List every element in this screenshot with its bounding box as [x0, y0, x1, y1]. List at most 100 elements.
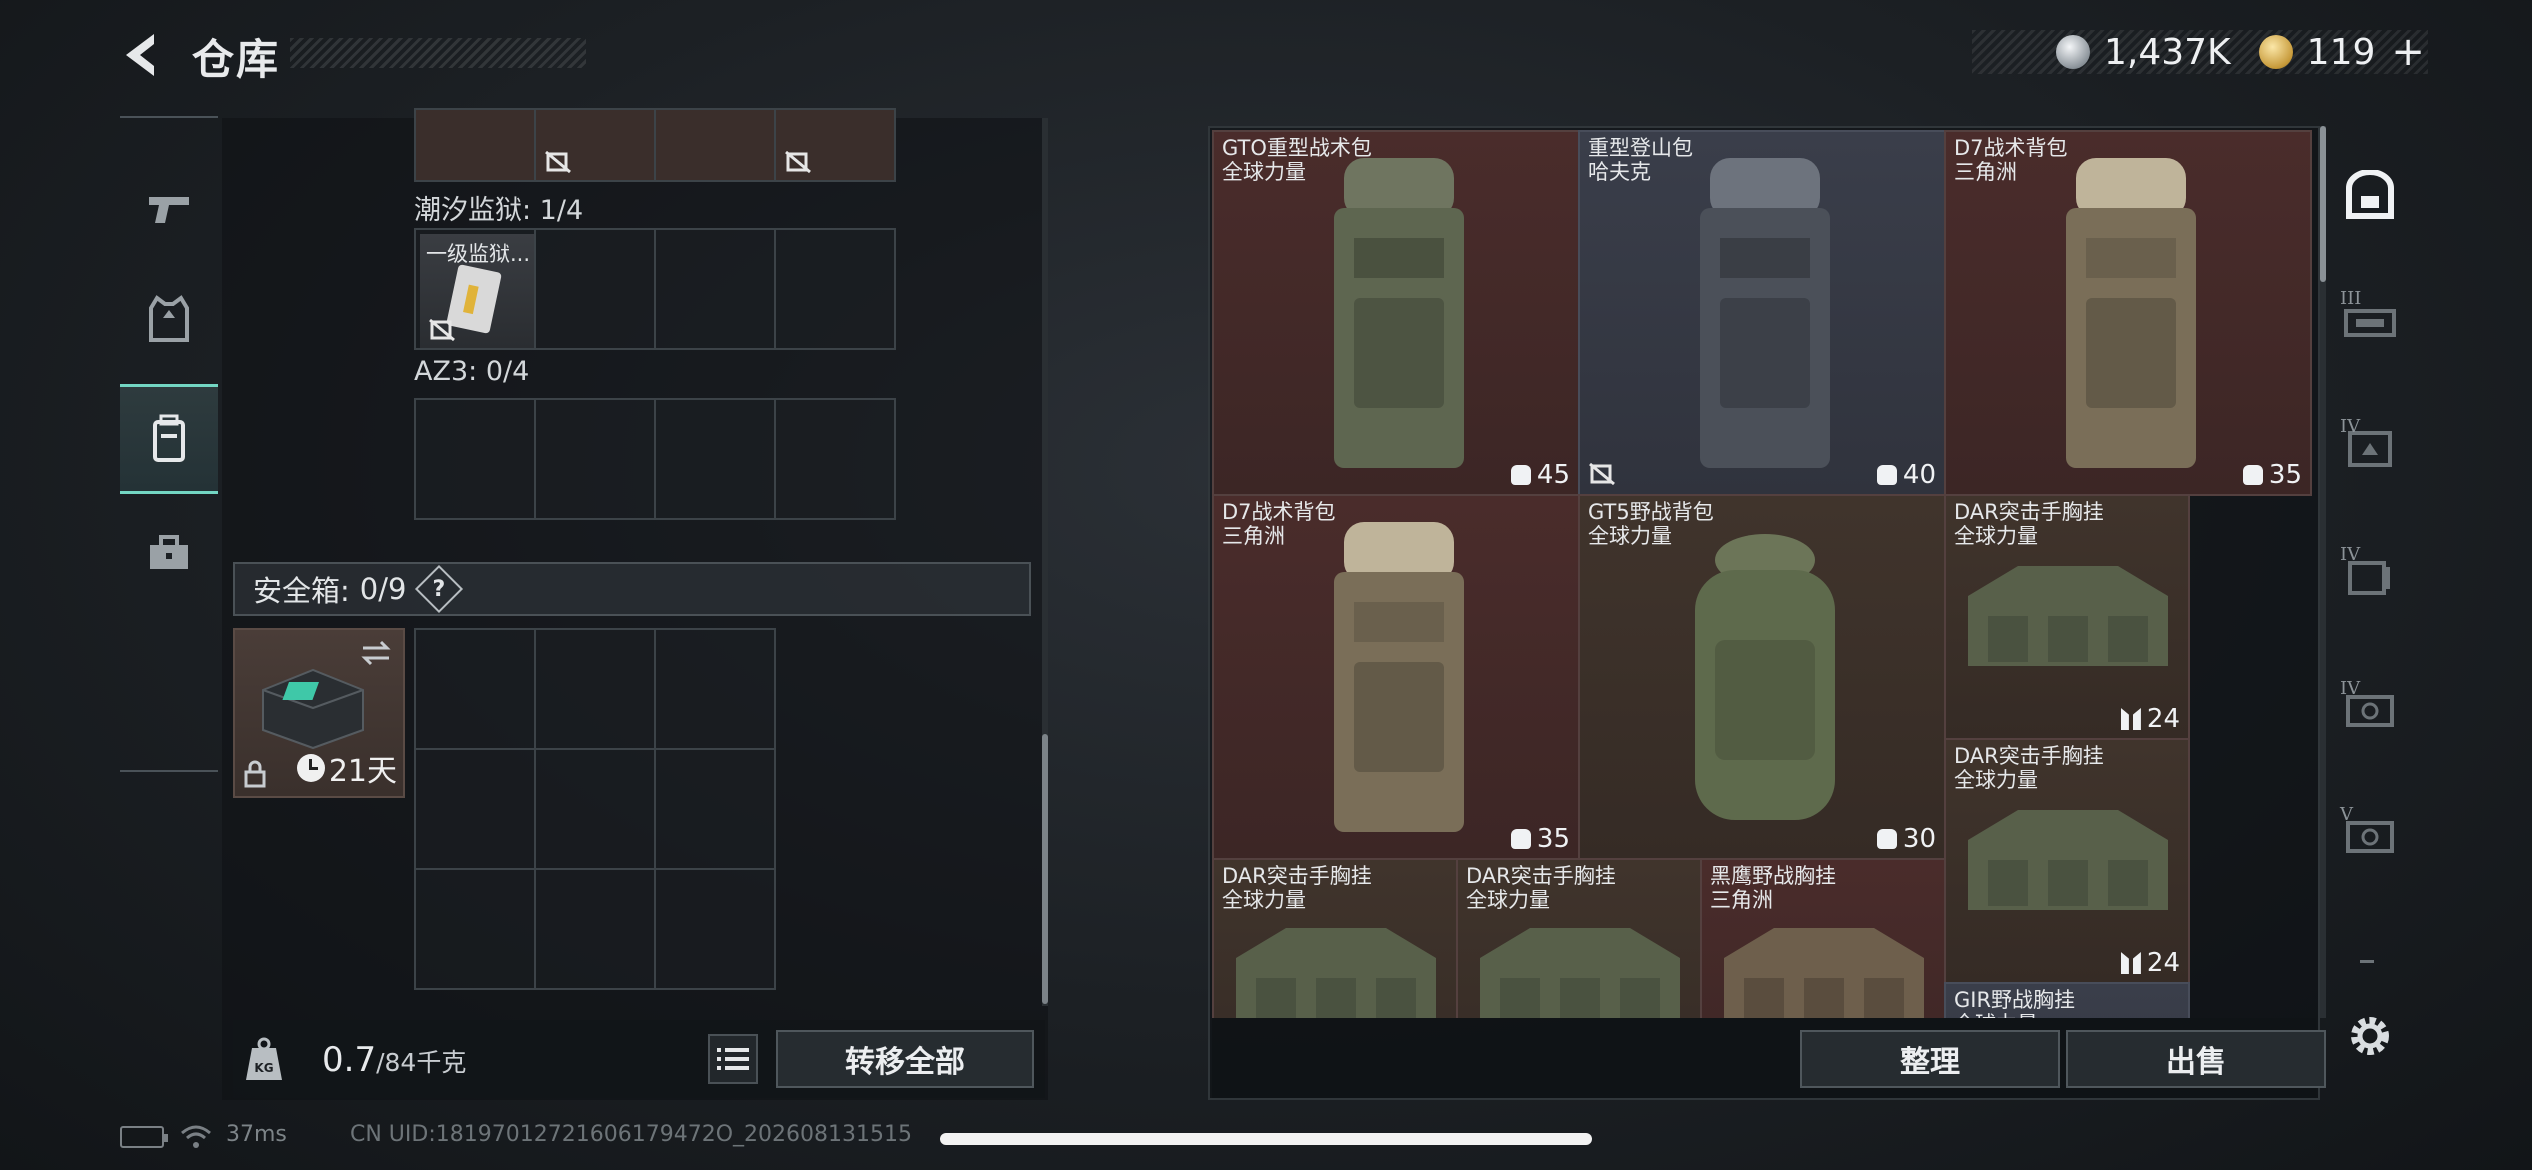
inventory-item[interactable]: 黑鹰野战胸挂 三角洲: [1700, 858, 1946, 1018]
no-trade-icon: [545, 150, 571, 174]
lock-icon: [244, 760, 266, 788]
item-name: D7战术背包 三角洲: [1222, 500, 1336, 548]
inventory-scrollbar-thumb[interactable]: [2320, 126, 2326, 282]
clock-icon: [296, 754, 325, 782]
safe-box-card[interactable]: 21天: [233, 628, 405, 798]
inventory-item[interactable]: GT5野战背包 全球力量 30: [1578, 494, 1946, 860]
grid-cell[interactable]: [534, 868, 656, 990]
rail-backpack-button[interactable]: [120, 384, 218, 494]
rail-toolbox-button[interactable]: [120, 498, 218, 608]
grid-cell[interactable]: [534, 228, 656, 350]
inventory-item[interactable]: D7战术背包 三角洲 35: [1944, 130, 2312, 496]
network-ping: 37ms: [226, 1122, 287, 1147]
capacity-icon: [2242, 465, 2263, 485]
inventory-item[interactable]: GIR野战胸挂 全球力量: [1944, 982, 2190, 1018]
grid-cell[interactable]: [774, 398, 896, 520]
chest-rig-icon: [1480, 928, 1680, 1018]
wifi-icon: [181, 1125, 211, 1148]
rail-equipment-button[interactable]: [120, 264, 218, 374]
inventory-item[interactable]: GTO重型战术包 全球力量 45: [1212, 130, 1580, 496]
back-arrow-icon[interactable]: [118, 30, 164, 80]
item-name: DAR突击手胸挂 全球力量: [1466, 864, 1616, 912]
filter-tier4-button[interactable]: IV: [2330, 412, 2410, 482]
filter-tier4-rig-button[interactable]: IV: [2330, 540, 2410, 610]
home-indicator[interactable]: [940, 1133, 1592, 1145]
grid-cell[interactable]: [654, 748, 776, 870]
grid-cell[interactable]: [774, 228, 896, 350]
grid-cell[interactable]: [654, 398, 776, 520]
keycard-item-name: 一级监狱...: [426, 242, 531, 266]
tier-label: V: [2340, 804, 2353, 825]
gold-currency-value: 119: [2306, 31, 2376, 73]
silver-currency-value: 1,437K: [2104, 31, 2231, 73]
grid-cell[interactable]: [654, 108, 776, 182]
silver-coin-icon: [2056, 35, 2090, 69]
no-trade-icon: [429, 318, 455, 342]
prison-keycard-item[interactable]: 一级监狱...: [420, 234, 534, 348]
grid-cell[interactable]: 一级监狱...: [414, 228, 536, 350]
inventory-item[interactable]: D7战术背包 三角洲 35: [1212, 494, 1580, 860]
filter-tier3-button[interactable]: III: [2330, 284, 2410, 354]
grid-cell[interactable]: [654, 628, 776, 750]
safe-box-grid: [414, 868, 776, 990]
organize-button[interactable]: 整理: [1800, 1030, 2060, 1088]
grid-cell[interactable]: [654, 228, 776, 350]
item-name: GTO重型战术包 全球力量: [1222, 136, 1372, 184]
item-name: 黑鹰野战胸挂 三角洲: [1710, 864, 1836, 912]
grid-cell[interactable]: [774, 108, 896, 182]
item-name: GT5野战背包 全球力量: [1588, 500, 1714, 548]
filter-tier5-button[interactable]: V: [2330, 800, 2410, 870]
inventory-item[interactable]: DAR突击手胸挂 全球力量: [1456, 858, 1702, 1018]
inventory-item[interactable]: DAR突击手胸挂 全球力量 24: [1944, 738, 2190, 984]
safe-box-grid: [414, 748, 776, 870]
safe-box-header: 安全箱: 0/9 ?: [233, 562, 1031, 616]
category-rail: [120, 116, 218, 772]
gold-coin-icon: [2258, 35, 2293, 69]
list-view-button[interactable]: [708, 1034, 758, 1084]
svg-text:KG: KG: [254, 1061, 273, 1075]
item-capacity: 35: [2242, 460, 2302, 490]
weight-readout: 0.7/84千克: [322, 1040, 466, 1080]
safe-box-icon: [262, 668, 364, 750]
container-grid-row: [414, 108, 896, 182]
tidal-prison-label: 潮汐监狱: 1/4: [414, 195, 584, 226]
filter-tier4-safe-button[interactable]: IV: [2330, 674, 2410, 744]
title-decoration: [290, 38, 586, 68]
grid-cell[interactable]: [414, 748, 536, 870]
add-currency-button[interactable]: +: [2391, 29, 2425, 75]
backpack-icon: [1334, 522, 1464, 832]
inventory-item[interactable]: DAR突击手胸挂 全球力量 24: [1944, 494, 2190, 740]
rail-divider: [120, 770, 218, 772]
grid-cell[interactable]: [534, 398, 656, 520]
item-capacity: 24: [2121, 948, 2180, 978]
inventory-item[interactable]: DAR突击手胸挂 全球力量: [1212, 858, 1458, 1018]
sell-button[interactable]: 出售: [2066, 1030, 2326, 1088]
rail-weapons-button[interactable]: [120, 154, 218, 264]
chest-rig-icon: [1968, 810, 2168, 910]
tier-label: IV: [2340, 416, 2361, 437]
inventory-item[interactable]: 重型登山包 哈夫克 40: [1578, 130, 1946, 496]
safe-box-help-button[interactable]: ?: [415, 564, 464, 614]
grid-cell[interactable]: [414, 108, 536, 182]
filter-backpack-button[interactable]: [2330, 160, 2410, 230]
capacity-icon: [1876, 829, 1897, 849]
grid-cell[interactable]: [414, 398, 536, 520]
grid-cell[interactable]: [654, 868, 776, 990]
grid-cell[interactable]: [534, 628, 656, 750]
user-uid: CN UID:18197012721606179472O_20260813151…: [350, 1122, 912, 1147]
grid-cell[interactable]: [414, 868, 536, 990]
grid-cell[interactable]: [414, 628, 536, 750]
grid-cell[interactable]: [534, 748, 656, 870]
item-name: GIR野战胸挂 全球力量: [1954, 988, 2076, 1018]
chest-rig-icon: [1236, 928, 1436, 1018]
chest-rig-icon: [1968, 566, 2168, 666]
settings-gear-icon[interactable]: [2344, 1010, 2396, 1062]
capacity-icon: [1876, 465, 1897, 485]
container-scrollbar-thumb[interactable]: [1042, 734, 1048, 1004]
grid-cell[interactable]: [534, 108, 656, 182]
item-capacity: 45: [1510, 460, 1570, 490]
transfer-all-button[interactable]: 转移全部: [776, 1030, 1034, 1088]
backpack-icon: [1334, 158, 1464, 468]
tidal-prison-grid: 一级监狱...: [414, 228, 896, 350]
currency-bar: 1,437K 119 +: [1972, 29, 2428, 75]
